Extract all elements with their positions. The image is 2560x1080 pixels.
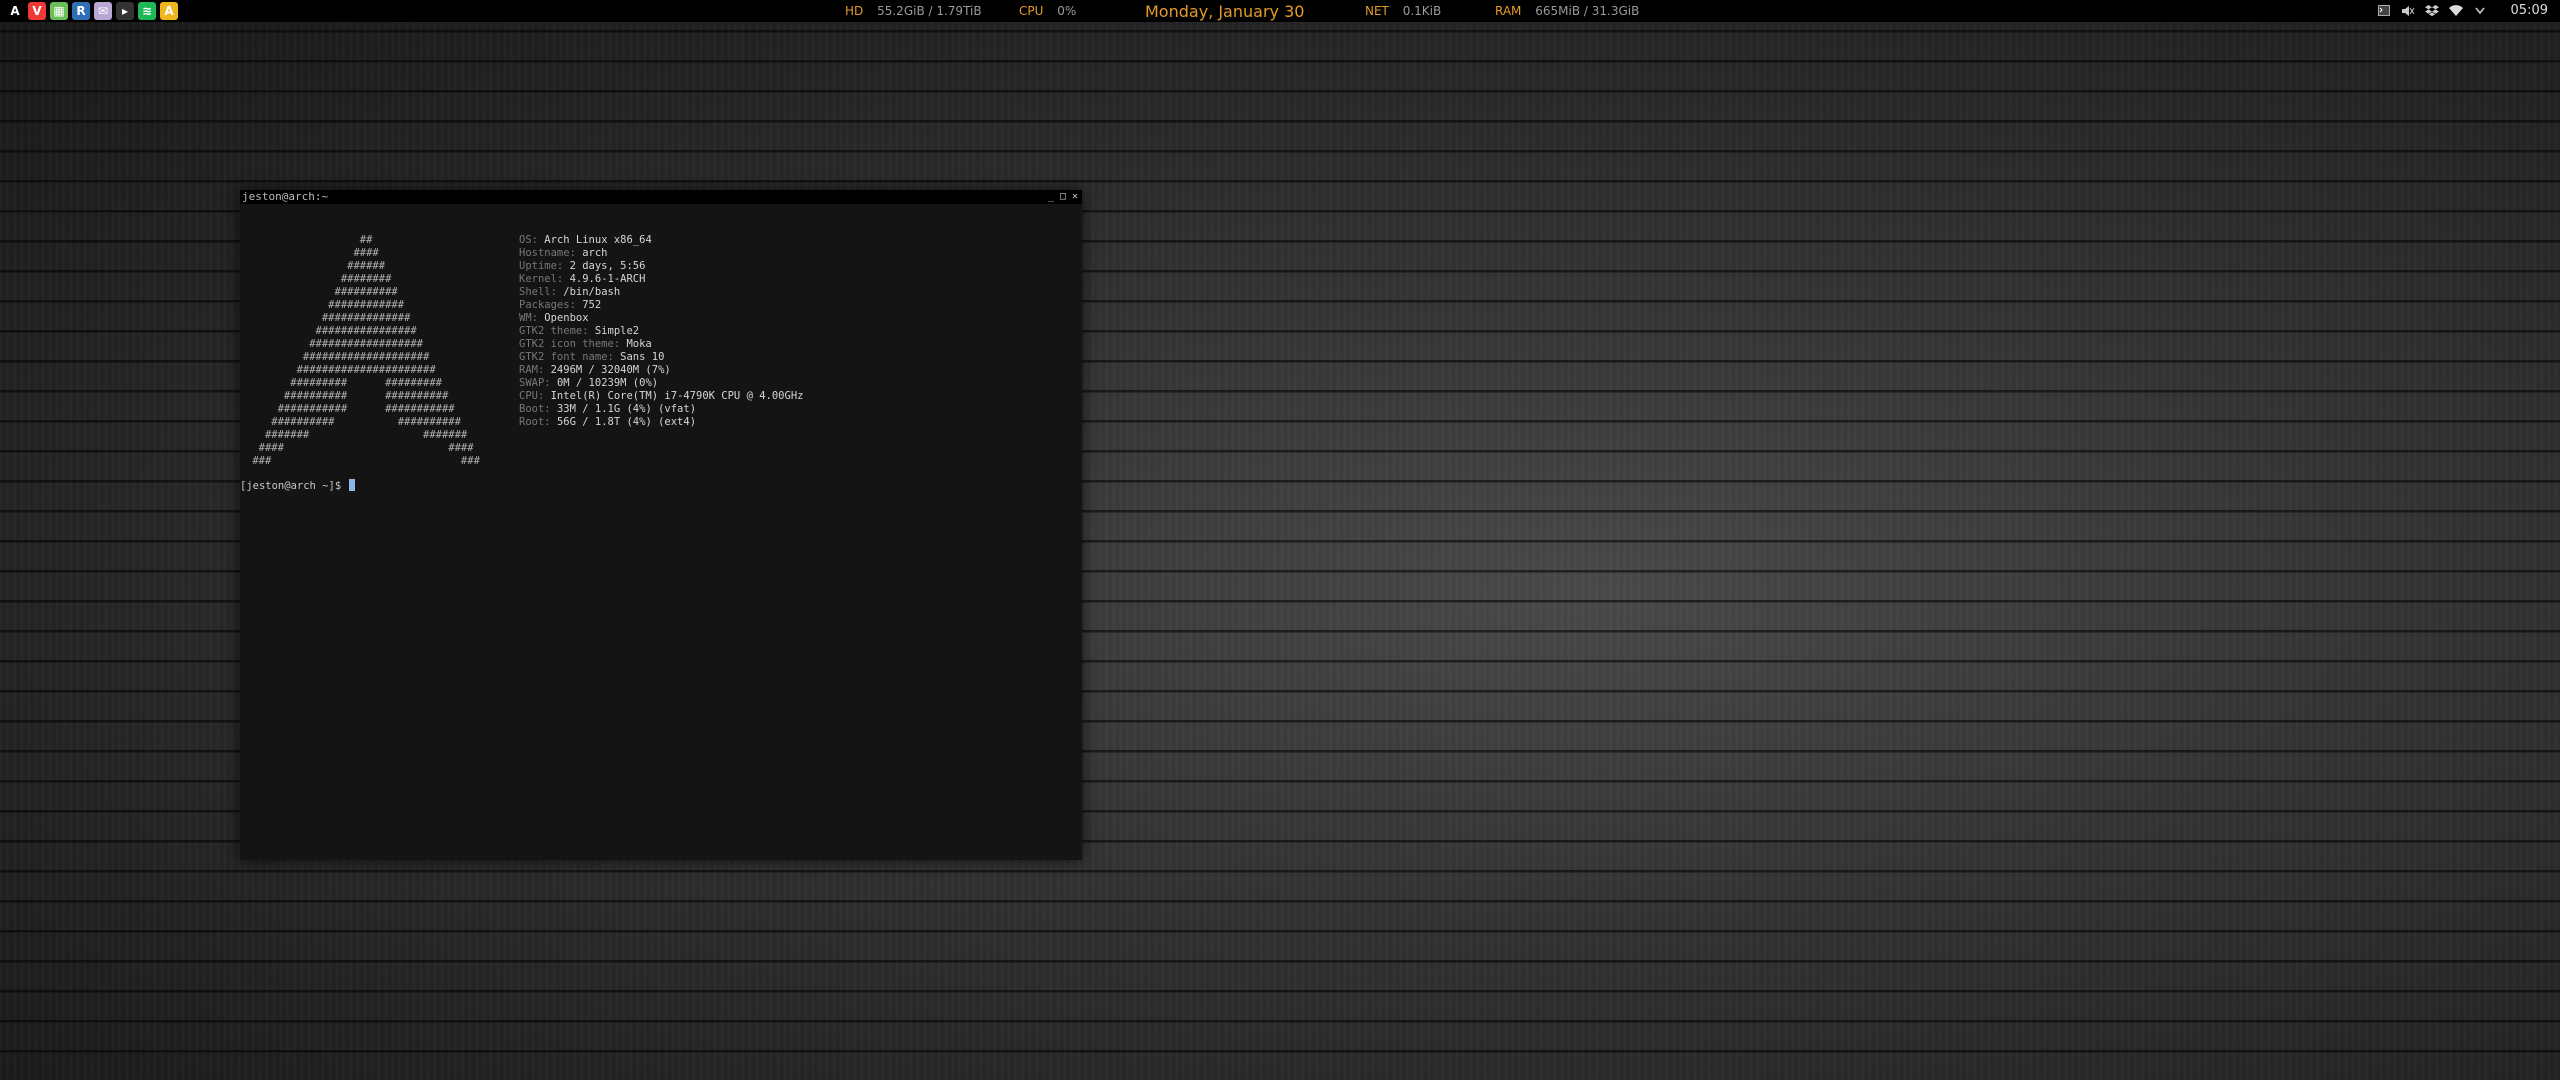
net-label: NET [1365, 4, 1389, 18]
info-value: Moka [626, 338, 652, 350]
mail-icon[interactable]: ✉ [94, 2, 112, 20]
hd-stat: HD 55.2GiB / 1.79TiB [845, 4, 982, 18]
info-value: Intel(R) Core(TM) i7-4790K CPU @ 4.00GHz [550, 390, 804, 402]
terminal-title: jeston@arch:~ [242, 190, 329, 203]
info-line: SWAP: 0M / 10239M (0%) [519, 377, 803, 390]
hd-value: 55.2GiB / 1.79TiB [877, 4, 982, 18]
info-key: OS: [519, 234, 545, 246]
info-key: GTK2 icon theme: [519, 338, 627, 350]
net-value: 0.1KiB [1402, 4, 1442, 18]
terminal-window[interactable]: jeston@arch:~ _ □ ✕ ## #### ###### #####… [240, 190, 1082, 860]
info-key: Hostname: [519, 247, 583, 259]
info-key: SWAP: [519, 377, 557, 389]
info-line: Root: 56G / 1.8T (4%) (ext4) [519, 416, 803, 429]
info-value: 0M / 10239M (0%) [556, 377, 659, 389]
info-line: Boot: 33M / 1.1G (4%) (vfat) [519, 403, 803, 416]
net-stat: NET 0.1KiB [1365, 4, 1441, 18]
arch-ascii-logo: ## #### ###### ######## ########## #####… [252, 234, 480, 467]
cpu-value: 0% [1057, 4, 1077, 18]
info-key: GTK2 font name: [519, 351, 621, 363]
font-icon[interactable]: A [160, 2, 178, 20]
info-value: Sans 10 [620, 351, 665, 363]
vivaldi-icon[interactable]: V [28, 2, 46, 20]
ram-label: RAM [1495, 4, 1522, 18]
info-key: Kernel: [519, 273, 570, 285]
info-line: GTK2 font name: Sans 10 [519, 351, 803, 364]
info-line: Uptime: 2 days, 5:56 [519, 260, 803, 273]
info-line: CPU: Intel(R) Core(TM) i7-4790K CPU @ 4.… [519, 390, 803, 403]
info-line: GTK2 icon theme: Moka [519, 338, 803, 351]
text-cursor [349, 479, 356, 491]
dropbox-icon[interactable] [2424, 4, 2439, 18]
info-value: 56G / 1.8T (4%) (ext4) [556, 416, 697, 428]
info-value: Arch Linux x86_64 [544, 234, 652, 246]
r-icon[interactable]: R [72, 2, 90, 20]
hd-label: HD [845, 4, 864, 18]
maximize-button[interactable]: □ [1060, 190, 1066, 204]
info-key: WM: [519, 312, 545, 324]
system-tray: 05:09 [2377, 3, 2548, 18]
info-key: Shell: [519, 286, 564, 298]
minimize-button[interactable]: _ [1048, 190, 1054, 204]
tray-terminal-icon[interactable] [2377, 4, 2391, 18]
info-value: Simple2 [594, 325, 640, 337]
info-value: 2 days, 5:56 [569, 260, 646, 272]
prompt-text: [jeston@arch ~]$ [240, 480, 348, 492]
info-value: arch [582, 247, 608, 259]
clock[interactable]: 05:09 [2511, 3, 2548, 18]
info-value: 33M / 1.1G (4%) (vfat) [556, 403, 697, 415]
image-viewer-icon[interactable]: ▦ [50, 2, 68, 20]
info-value: Openbox [544, 312, 589, 324]
spotify-icon[interactable]: ≋ [138, 2, 156, 20]
info-line: OS: Arch Linux x86_64 [519, 234, 803, 247]
info-key: CPU: [519, 390, 551, 402]
terminal-titlebar[interactable]: jeston@arch:~ _ □ ✕ [240, 190, 1082, 204]
info-line: Shell: /bin/bash [519, 286, 803, 299]
info-line: WM: Openbox [519, 312, 803, 325]
date-display[interactable]: Monday, January 30 [1145, 2, 1304, 21]
info-key: GTK2 theme: [519, 325, 595, 337]
info-line: GTK2 theme: Simple2 [519, 325, 803, 338]
info-line: Kernel: 4.9.6-1-ARCH [519, 273, 803, 286]
power-menu-icon[interactable] [2473, 4, 2487, 18]
info-value: 4.9.6-1-ARCH [569, 273, 646, 285]
info-key: Uptime: [519, 260, 570, 272]
info-line: Hostname: arch [519, 247, 803, 260]
info-value: 2496M / 32040M (7%) [550, 364, 671, 376]
close-button[interactable]: ✕ [1072, 190, 1078, 204]
wifi-icon[interactable] [2448, 4, 2463, 18]
terminal-icon[interactable]: ▸ [116, 2, 134, 20]
cpu-label: CPU [1019, 4, 1044, 18]
ram-value: 665MiB / 31.3GiB [1535, 4, 1640, 18]
top-panel: A V ▦ R ✉ ▸ ≋ A HD 55.2GiB / 1.79TiB CPU 0% Mon… [0, 0, 2560, 22]
info-key: RAM: [519, 364, 551, 376]
system-info: OS: Arch Linux x86_64 Hostname: arch Uptim… [519, 234, 803, 429]
info-line: Packages: 752 [519, 299, 803, 312]
info-key: Boot: [519, 403, 557, 415]
info-key: Root: [519, 416, 557, 428]
info-line: RAM: 2496M / 32040M (7%) [519, 364, 803, 377]
info-value: /bin/bash [563, 286, 621, 298]
terminal-content[interactable]: ## #### ###### ######## ########## #####… [240, 204, 1082, 860]
shell-prompt[interactable]: [jeston@arch ~]$ [240, 479, 356, 493]
cpu-stat: CPU 0% [1019, 4, 1076, 18]
info-key: Packages: [519, 299, 583, 311]
info-value: 752 [582, 299, 602, 311]
launcher-bar: A V ▦ R ✉ ▸ ≋ A [6, 2, 178, 20]
ram-stat: RAM 665MiB / 31.3GiB [1495, 4, 1639, 18]
volume-muted-icon[interactable] [2401, 4, 2415, 18]
arch-icon[interactable]: A [6, 2, 24, 20]
